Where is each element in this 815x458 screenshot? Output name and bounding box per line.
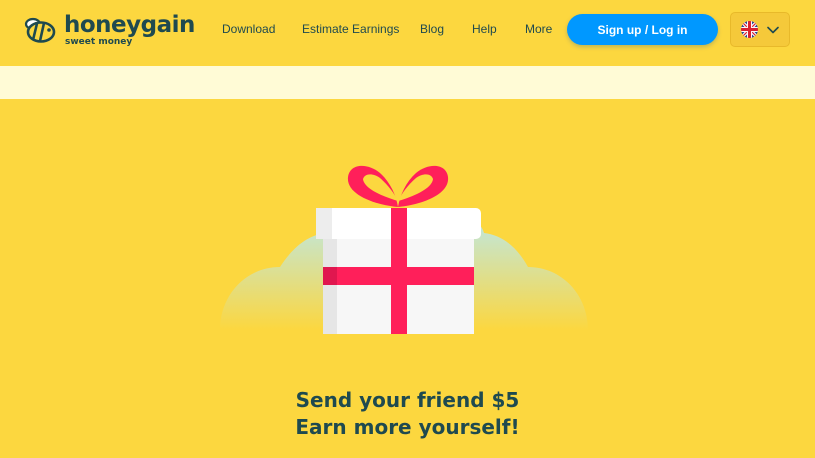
nav-help[interactable]: Help [472,22,497,36]
logo-tagline: sweet money [65,36,133,47]
honeygain-logo[interactable]: honeygain sweet money [22,10,202,50]
signup-login-button[interactable]: Sign up / Log in [567,14,718,45]
gift-box-icon [220,165,588,334]
referral-headline: Send your friend $5 Earn more yourself! [0,387,815,441]
uk-flag-icon [741,21,758,38]
nav-more[interactable]: More [525,22,552,36]
announcement-banner [0,66,815,99]
chevron-down-icon [767,26,779,33]
language-selector[interactable] [730,12,790,47]
nav-estimate-earnings[interactable]: Estimate Earnings [302,22,399,36]
headline-line-2: Earn more yourself! [295,415,520,439]
logo-wordmark: honeygain [64,11,195,38]
bee-icon [24,17,56,43]
headline-line-1: Send your friend $5 [295,388,520,412]
site-header: honeygain sweet money Download Estimate … [0,0,815,66]
nav-blog[interactable]: Blog [420,22,444,36]
nav-download[interactable]: Download [222,22,275,36]
